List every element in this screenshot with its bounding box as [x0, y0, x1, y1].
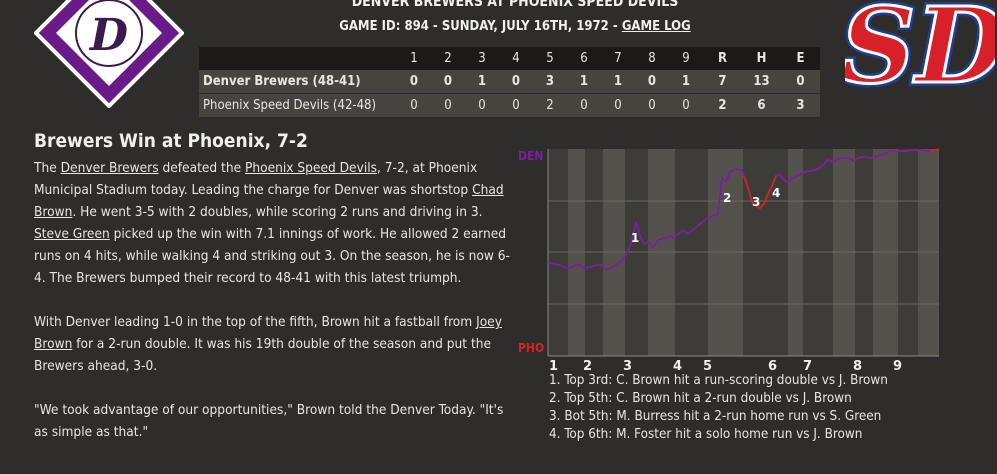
linescore-header-inning: 6 — [567, 47, 601, 70]
phoenix-team-logo[interactable]: SD SD — [836, 0, 997, 111]
linescore-cell: 0 — [669, 93, 703, 117]
game-info: GAME ID: 894 - SUNDAY, JULY 16TH, 1972 -… — [200, 19, 830, 34]
linescore-cell: 2 — [533, 93, 567, 117]
matchup-title: DENVER BREWERS AT PHOENIX SPEED DEVILS — [351, 0, 679, 10]
linescore-hits: 6 — [742, 93, 781, 117]
denver-brewers-link[interactable]: Denver Brewers — [61, 160, 159, 176]
list-item: 1. Top 3rd: C. Brown hit a run-scoring d… — [549, 373, 888, 388]
inning-label: 9 — [893, 359, 902, 374]
article-quote: "We took advantage of our opportunities,… — [34, 402, 504, 440]
linescore-header-inning: 7 — [601, 47, 635, 70]
phoenix-speed-devils-link[interactable]: Phoenix Speed Devils — [245, 160, 377, 176]
linescore-cell: 1 — [477, 74, 487, 89]
linescore-cell: 0 — [431, 93, 465, 117]
linescore-cell: 0 — [601, 93, 635, 117]
linescore-team-denver[interactable]: Denver Brewers (48-41) — [199, 70, 397, 94]
linescore-header-inning: 3 — [465, 47, 499, 70]
chart-label-pho: PHO — [518, 341, 544, 355]
linescore-runs: 2 — [703, 93, 742, 117]
linescore-cell: 0 — [647, 74, 657, 89]
article-paragraph: With Denver leading 1-0 in the top of th… — [34, 311, 512, 377]
linescore-cell: 0 — [635, 93, 669, 117]
game-log-link[interactable]: GAME LOG — [622, 19, 691, 34]
linescore-header-row: 1 2 3 4 5 6 7 8 9 R H E — [199, 47, 820, 70]
article-headline: Brewers Win at Phoenix, 7-2 — [34, 130, 308, 152]
linescore-hits: 13 — [753, 74, 770, 89]
linescore-runs: 7 — [718, 74, 727, 89]
linescore-cell: 3 — [545, 74, 555, 89]
linescore-errors: 0 — [796, 74, 805, 89]
linescore-table: 1 2 3 4 5 6 7 8 9 R H E Denver Brewers (… — [199, 47, 820, 117]
linescore-cell: 1 — [613, 74, 623, 89]
chart-label-den: DEN — [518, 149, 543, 163]
linescore-cell: 1 — [681, 74, 691, 89]
linescore-header-errors: E — [781, 47, 820, 70]
table-row: Phoenix Speed Devils (42-48) 0 0 0 0 2 0… — [199, 93, 820, 117]
linescore-cell: 0 — [397, 93, 431, 117]
linescore-header-inning: 5 — [533, 47, 567, 70]
article-text: . He went 3-5 with 2 doubles, while scor… — [72, 204, 483, 220]
list-item: 2. Top 5th: C. Brown hit a 2-run double … — [549, 391, 852, 406]
key-play-marker[interactable]: 1 — [631, 231, 639, 245]
key-plays-list: 1. Top 3rd: C. Brown hit a run-scoring d… — [549, 372, 888, 444]
linescore-header-inning: 4 — [499, 47, 533, 70]
table-row: Denver Brewers (48-41) 0 0 1 0 3 1 1 0 1… — [199, 70, 820, 94]
linescore-cell: 0 — [409, 74, 419, 89]
linescore-cell: 0 — [567, 93, 601, 117]
linescore-header-hits: H — [742, 47, 781, 70]
linescore-team-phoenix[interactable]: Phoenix Speed Devils (42-48) — [199, 93, 397, 117]
linescore-header-inning: 1 — [397, 47, 431, 70]
win-probability-chart: DEN PHO 1 2 3 4 1 2 3 4 5 6 7 8 9 — [518, 144, 948, 376]
article-text: The — [34, 160, 61, 176]
list-item: 3. Bot 5th: M. Burress hit a 2-run home … — [549, 409, 882, 424]
key-play-marker[interactable]: 3 — [752, 195, 760, 209]
key-play-marker[interactable]: 4 — [772, 186, 780, 200]
game-info-text: GAME ID: 894 - SUNDAY, JULY 16TH, 1972 - — [339, 19, 622, 34]
article-text: With Denver leading 1-0 in the top of th… — [34, 314, 477, 330]
linescore-errors: 3 — [781, 93, 820, 117]
linescore-cell: 1 — [579, 74, 589, 89]
article-text: for a 2-run double. It was his 19th doub… — [34, 336, 492, 374]
steve-green-link[interactable]: Steve Green — [34, 226, 110, 242]
denver-team-logo[interactable]: D — [33, 0, 185, 109]
linescore-cell: 0 — [511, 74, 521, 89]
linescore-header-runs: R — [703, 47, 742, 70]
linescore-cell: 0 — [465, 93, 499, 117]
linescore-header-inning: 2 — [431, 47, 465, 70]
article-text: defeated the — [158, 160, 245, 176]
article-paragraph: The Denver Brewers defeated the Phoenix … — [34, 157, 512, 289]
key-play-marker[interactable]: 2 — [723, 191, 731, 205]
win-probability-svg: DEN PHO 1 2 3 4 1 2 3 4 5 6 7 8 9 — [518, 148, 940, 374]
linescore-header-team — [199, 47, 397, 70]
list-item: 4. Top 6th: M. Foster hit a solo home ru… — [549, 427, 863, 442]
denver-logo-letter: D — [88, 10, 128, 61]
linescore-cell: 0 — [443, 74, 453, 89]
article-body: The Denver Brewers defeated the Phoenix … — [34, 157, 512, 465]
linescore-header-inning: 8 — [635, 47, 669, 70]
linescore-header-inning: 9 — [669, 47, 703, 70]
phoenix-logo-letters: SD — [845, 0, 995, 96]
linescore-cell: 0 — [499, 93, 533, 117]
